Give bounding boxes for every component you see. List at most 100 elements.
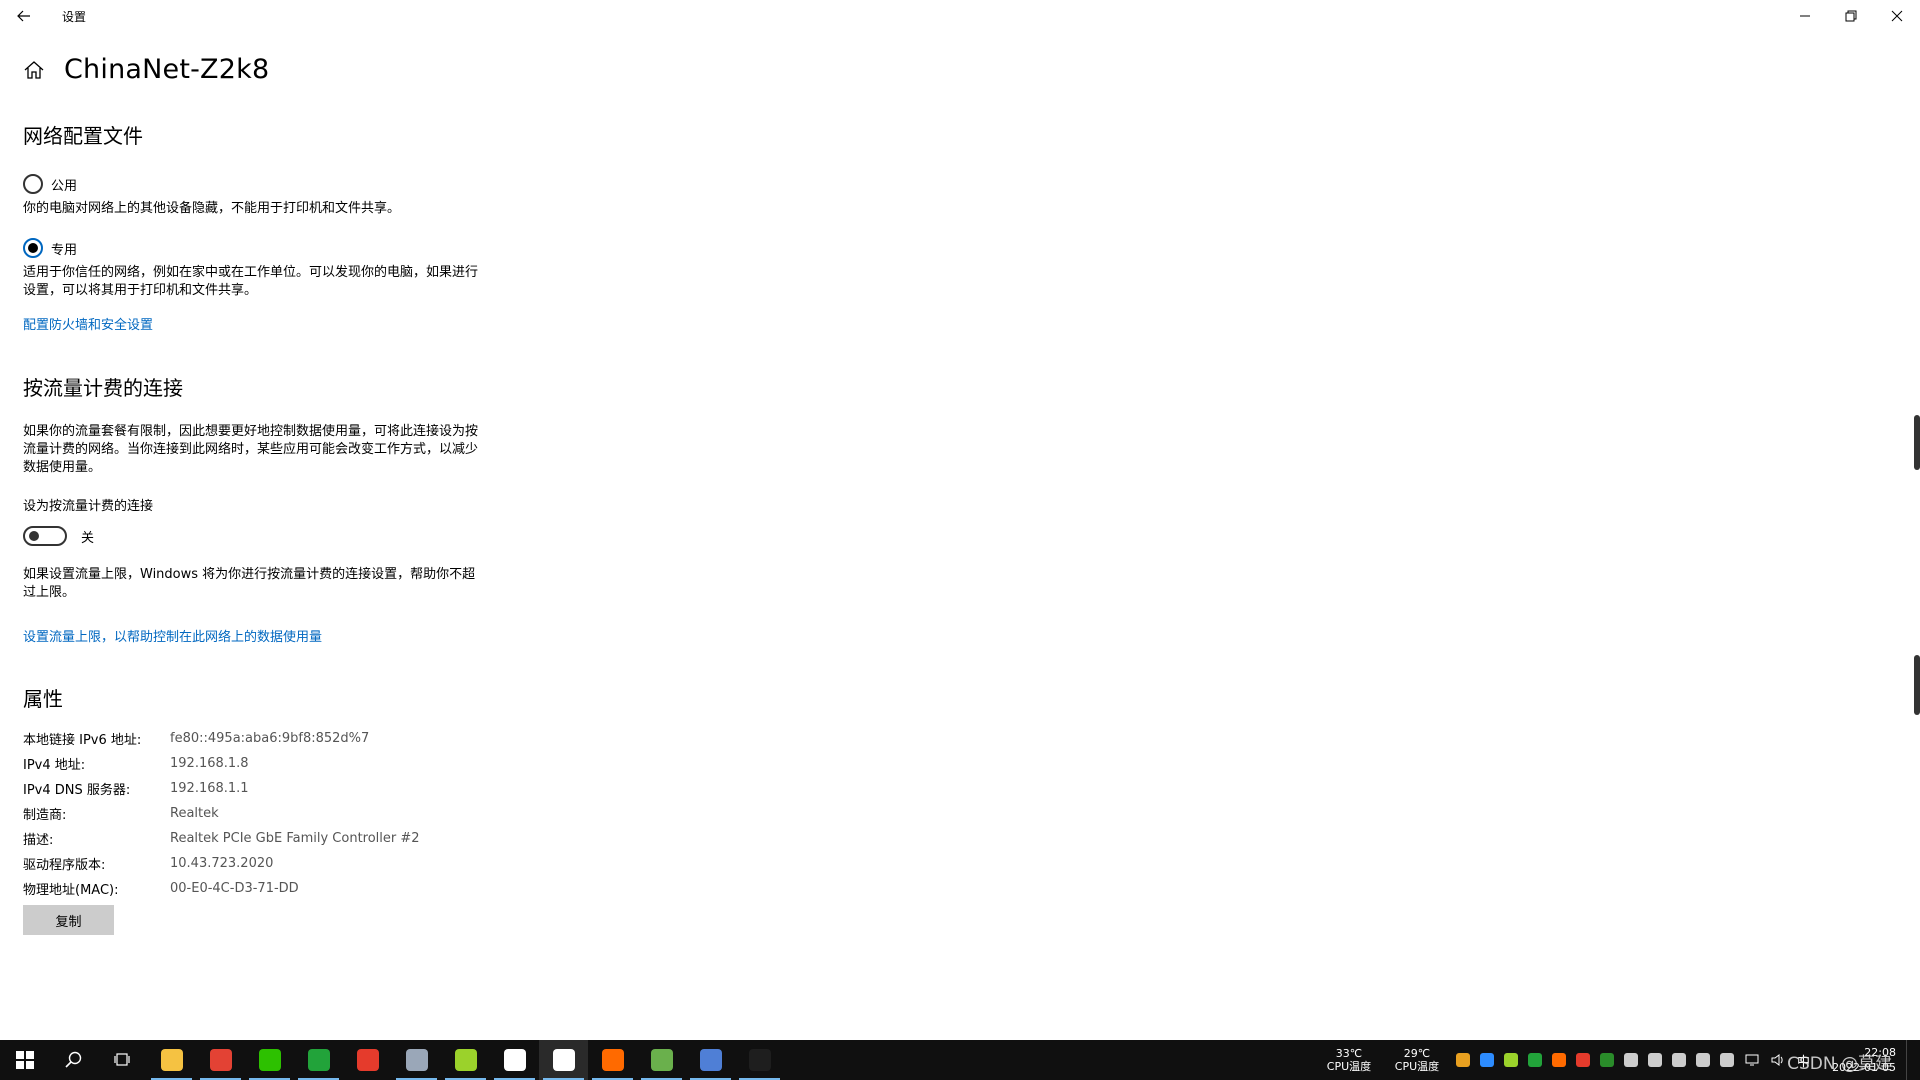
tray-icons <box>1451 1053 1739 1067</box>
taskbar-app-9[interactable] <box>588 1040 637 1080</box>
property-row: 制造商: Realtek <box>23 801 483 826</box>
property-row: 驱动程序版本: 10.43.723.2020 <box>23 851 483 876</box>
property-value: 192.168.1.8 <box>170 756 249 771</box>
home-icon[interactable] <box>22 58 46 82</box>
taskbar-app-2[interactable] <box>245 1040 294 1080</box>
metered-toggle-row: 关 <box>23 526 483 546</box>
tray-app-icon[interactable] <box>1671 1053 1686 1067</box>
properties-list: 本地链接 IPv6 地址: fe80::495a:aba6:9bf8:852d%… <box>23 726 483 901</box>
cpu-temp-1-value: 33℃ <box>1335 1047 1363 1060</box>
terminal-icon <box>748 1049 771 1071</box>
taskbar-app-3[interactable] <box>294 1040 343 1080</box>
volume-icon[interactable] <box>1770 1052 1786 1068</box>
tray-app-icon[interactable] <box>1623 1053 1638 1067</box>
windows-logo-icon <box>15 1051 34 1069</box>
window-title: 设置 <box>62 9 87 24</box>
close-button[interactable] <box>1874 0 1920 32</box>
radio-private[interactable]: 专用 <box>23 238 483 258</box>
taskbar-app-6[interactable] <box>441 1040 490 1080</box>
file-explorer-icon <box>160 1049 183 1071</box>
property-label: 制造商: <box>23 808 67 823</box>
tray-app-icon[interactable] <box>1575 1053 1590 1067</box>
back-button[interactable] <box>0 0 48 32</box>
tray-app-icon[interactable] <box>1695 1053 1710 1067</box>
property-label: 描述: <box>23 833 54 848</box>
cpu-temp-2[interactable]: 29℃ CPU温度 <box>1389 1047 1445 1073</box>
tray-app-icon[interactable] <box>1551 1053 1566 1067</box>
tray-app-icon[interactable] <box>1479 1053 1494 1067</box>
property-value: 10.43.723.2020 <box>170 856 274 871</box>
property-row: IPv4 DNS 服务器: 192.168.1.1 <box>23 776 483 801</box>
restore-button[interactable] <box>1828 0 1874 32</box>
show-desktop-button[interactable] <box>1906 1040 1920 1080</box>
property-row: IPv4 地址: 192.168.1.8 <box>23 751 483 776</box>
property-value: Realtek PCIe GbE Family Controller #2 <box>170 831 420 846</box>
taskbar-app-10[interactable] <box>637 1040 686 1080</box>
tray-app-icon[interactable] <box>1647 1053 1662 1067</box>
cpu-temp-2-label: CPU温度 <box>1394 1060 1440 1073</box>
metered-toggle-state: 关 <box>81 530 95 546</box>
app-red-icon <box>356 1049 379 1071</box>
taskbar-app-1[interactable] <box>196 1040 245 1080</box>
tray-app-icon[interactable] <box>1455 1053 1470 1067</box>
taskbar-app-11[interactable] <box>686 1040 735 1080</box>
cpu-temp-2-value: 29℃ <box>1403 1047 1431 1060</box>
task-view-icon <box>113 1053 130 1066</box>
tray-app-icon[interactable] <box>1719 1053 1734 1067</box>
property-value: Realtek <box>170 806 219 821</box>
metered-description: 如果你的流量套餐有限制，因此想要更好地控制数据使用量，可将此连接设为按流量计费的… <box>23 424 479 475</box>
minimize-button[interactable] <box>1782 0 1828 32</box>
search-icon <box>64 1051 81 1068</box>
taskbar-app-5[interactable] <box>392 1040 441 1080</box>
cpu-temp-1[interactable]: 33℃ CPU温度 <box>1321 1047 1377 1073</box>
property-label: 本地链接 IPv6 地址: <box>23 733 142 748</box>
tray-app-icon[interactable] <box>1503 1053 1518 1067</box>
task-view-button[interactable] <box>98 1040 147 1080</box>
property-row: 本地链接 IPv6 地址: fe80::495a:aba6:9bf8:852d%… <box>23 726 483 751</box>
radio-private-indicator[interactable] <box>23 238 43 258</box>
taskbar-app-8[interactable] <box>539 1040 588 1080</box>
radio-public[interactable]: 公用 <box>23 174 483 194</box>
radio-public-label: 公用 <box>51 178 78 194</box>
taskbar-app-7[interactable] <box>490 1040 539 1080</box>
search-button[interactable] <box>49 1040 98 1080</box>
scrollbar-thumb-secondary[interactable] <box>1914 655 1920 715</box>
property-row: 描述: Realtek PCIe GbE Family Controller #… <box>23 826 483 851</box>
radio-public-indicator[interactable] <box>23 174 43 194</box>
property-row: 物理地址(MAC): 00-E0-4C-D3-71-DD <box>23 876 483 901</box>
metered-toggle-switch[interactable] <box>23 526 67 546</box>
scrollbar-thumb[interactable] <box>1914 415 1920 470</box>
tray-app-icon[interactable] <box>1527 1053 1542 1067</box>
chrome-icon <box>209 1049 232 1071</box>
data-limit-description: 如果设置流量上限，Windows 将为你进行按流量计费的连接设置，帮助你不超过上… <box>23 567 476 600</box>
watermark-text: CSDN @莫建 <box>1787 1054 1892 1074</box>
data-limit-link[interactable]: 设置流量上限，以帮助控制在此网络上的数据使用量 <box>23 626 483 645</box>
app-leaf-icon <box>503 1049 526 1071</box>
window-controls <box>1782 0 1920 32</box>
app-plus-icon <box>454 1049 477 1071</box>
app-document-icon <box>405 1049 428 1071</box>
minimize-icon <box>1800 15 1810 17</box>
app-chart-icon <box>650 1049 673 1071</box>
taskbar-apps <box>147 1040 784 1080</box>
network-icon[interactable] <box>1744 1052 1760 1068</box>
tray-app-icon[interactable] <box>1599 1053 1614 1067</box>
property-label: IPv4 地址: <box>23 758 86 773</box>
taskbar-app-12[interactable] <box>735 1040 784 1080</box>
start-button[interactable] <box>0 1040 49 1080</box>
firewall-settings-link[interactable]: 配置防火墙和安全设置 <box>23 314 483 333</box>
property-label: 驱动程序版本: <box>23 858 106 873</box>
property-value: 00-E0-4C-D3-71-DD <box>170 881 299 896</box>
properties-heading: 属性 <box>23 687 63 711</box>
private-description: 适用于你信任的网络，例如在家中或在工作单位。可以发现你的电脑，如果进行设置，可以… <box>23 265 479 298</box>
property-label: IPv4 DNS 服务器: <box>23 783 131 798</box>
restore-icon <box>1845 10 1857 22</box>
copy-button[interactable]: 复制 <box>23 905 114 935</box>
taskbar-app-4[interactable] <box>343 1040 392 1080</box>
taskbar-app-0[interactable] <box>147 1040 196 1080</box>
title-bar: 设置 <box>0 0 1920 32</box>
public-description: 你的电脑对网络上的其他设备隐藏，不能用于打印机和文件共享。 <box>23 201 401 216</box>
metered-toggle-label: 设为按流量计费的连接 <box>23 499 154 514</box>
search-app-icon <box>601 1049 624 1071</box>
app-remote-icon <box>699 1049 722 1071</box>
